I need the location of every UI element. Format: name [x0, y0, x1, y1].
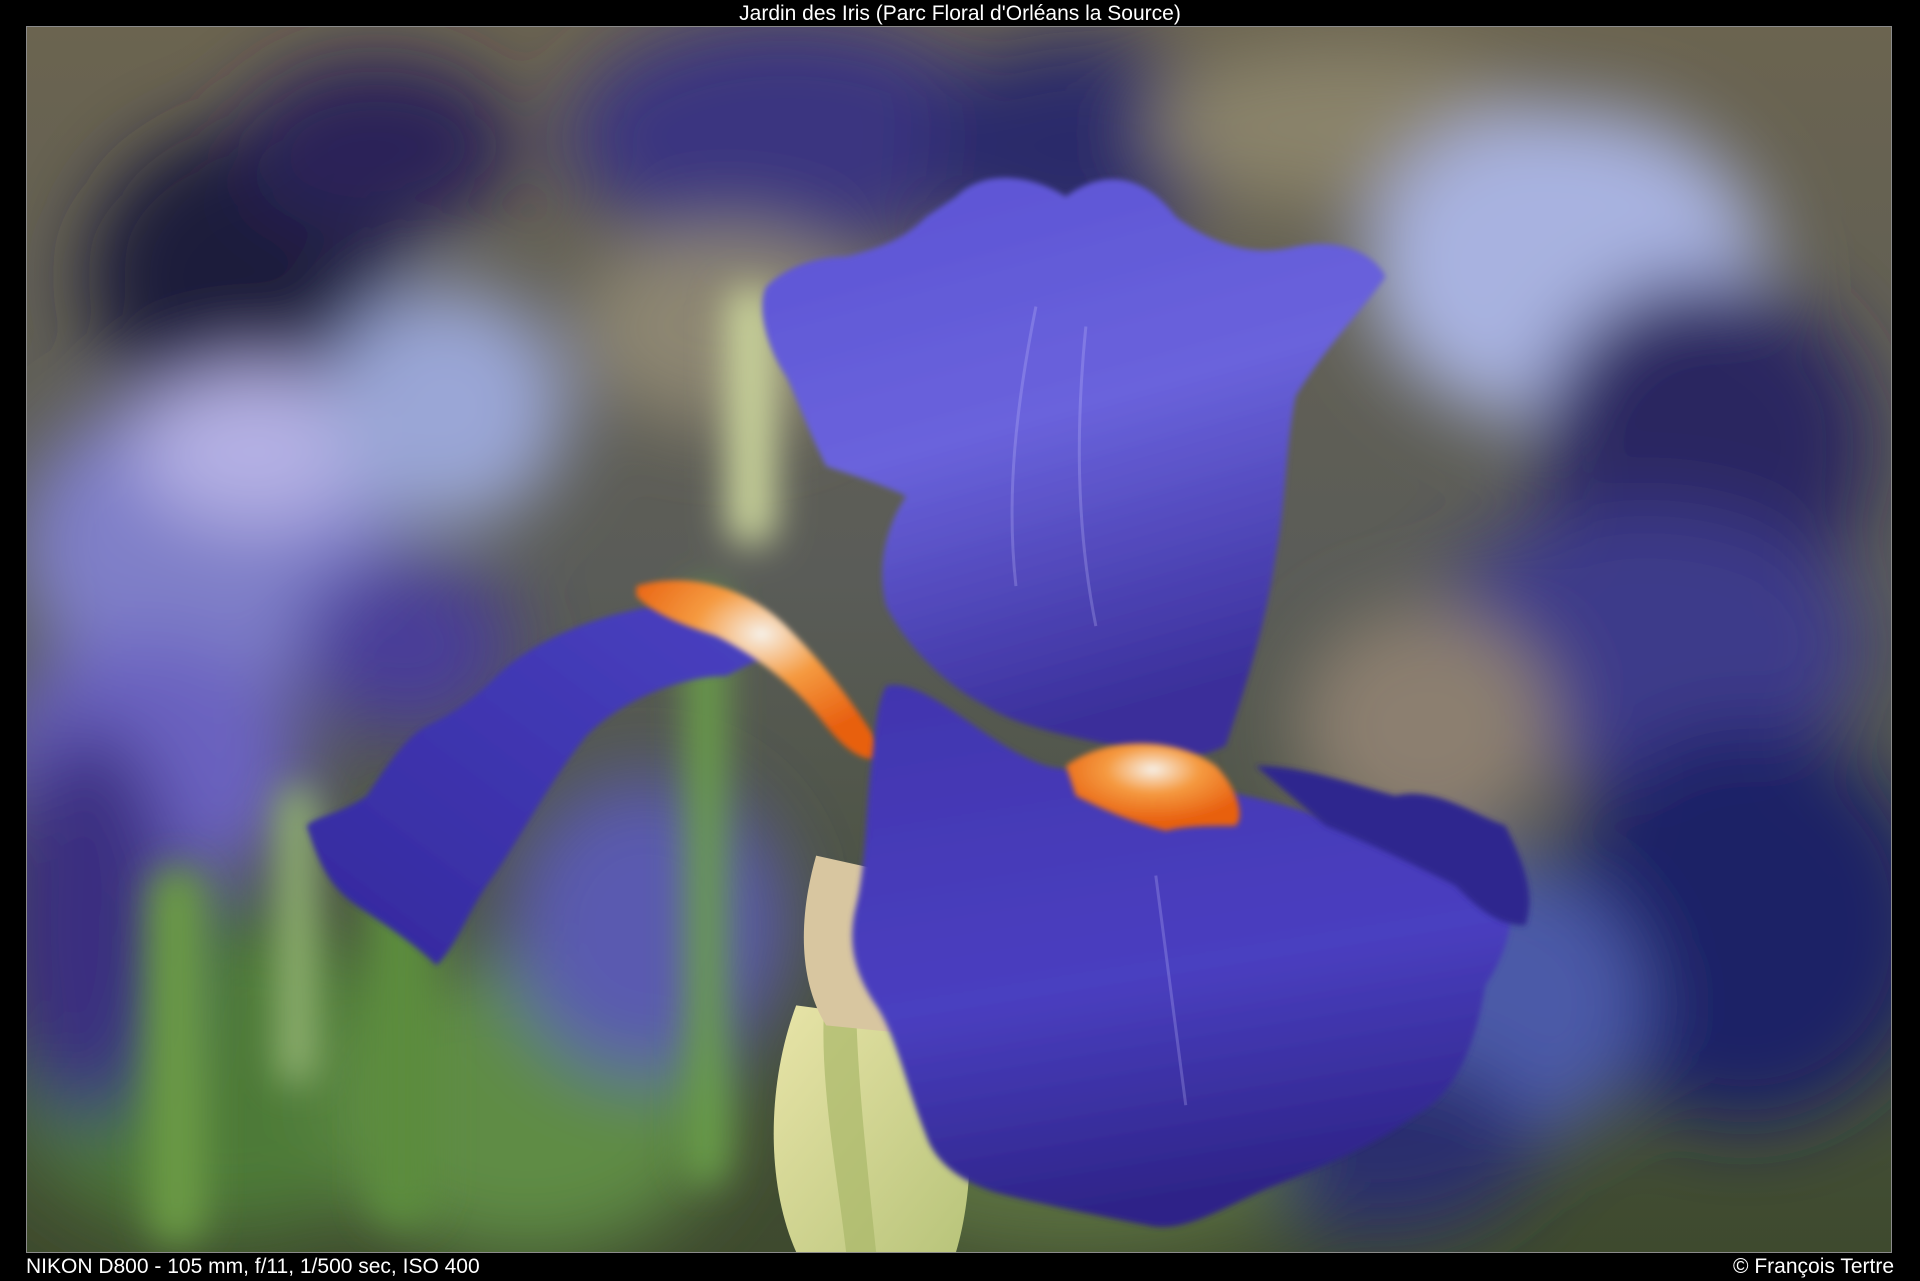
exif-caption: NIKON D800 - 105 mm, f/11, 1/500 sec, IS… — [26, 1255, 480, 1278]
photo-frame — [26, 26, 1892, 1253]
iris-photo — [27, 27, 1891, 1252]
copyright-caption: © François Tertre — [1733, 1255, 1894, 1278]
photo-title: Jardin des Iris (Parc Floral d'Orléans l… — [739, 2, 1181, 25]
